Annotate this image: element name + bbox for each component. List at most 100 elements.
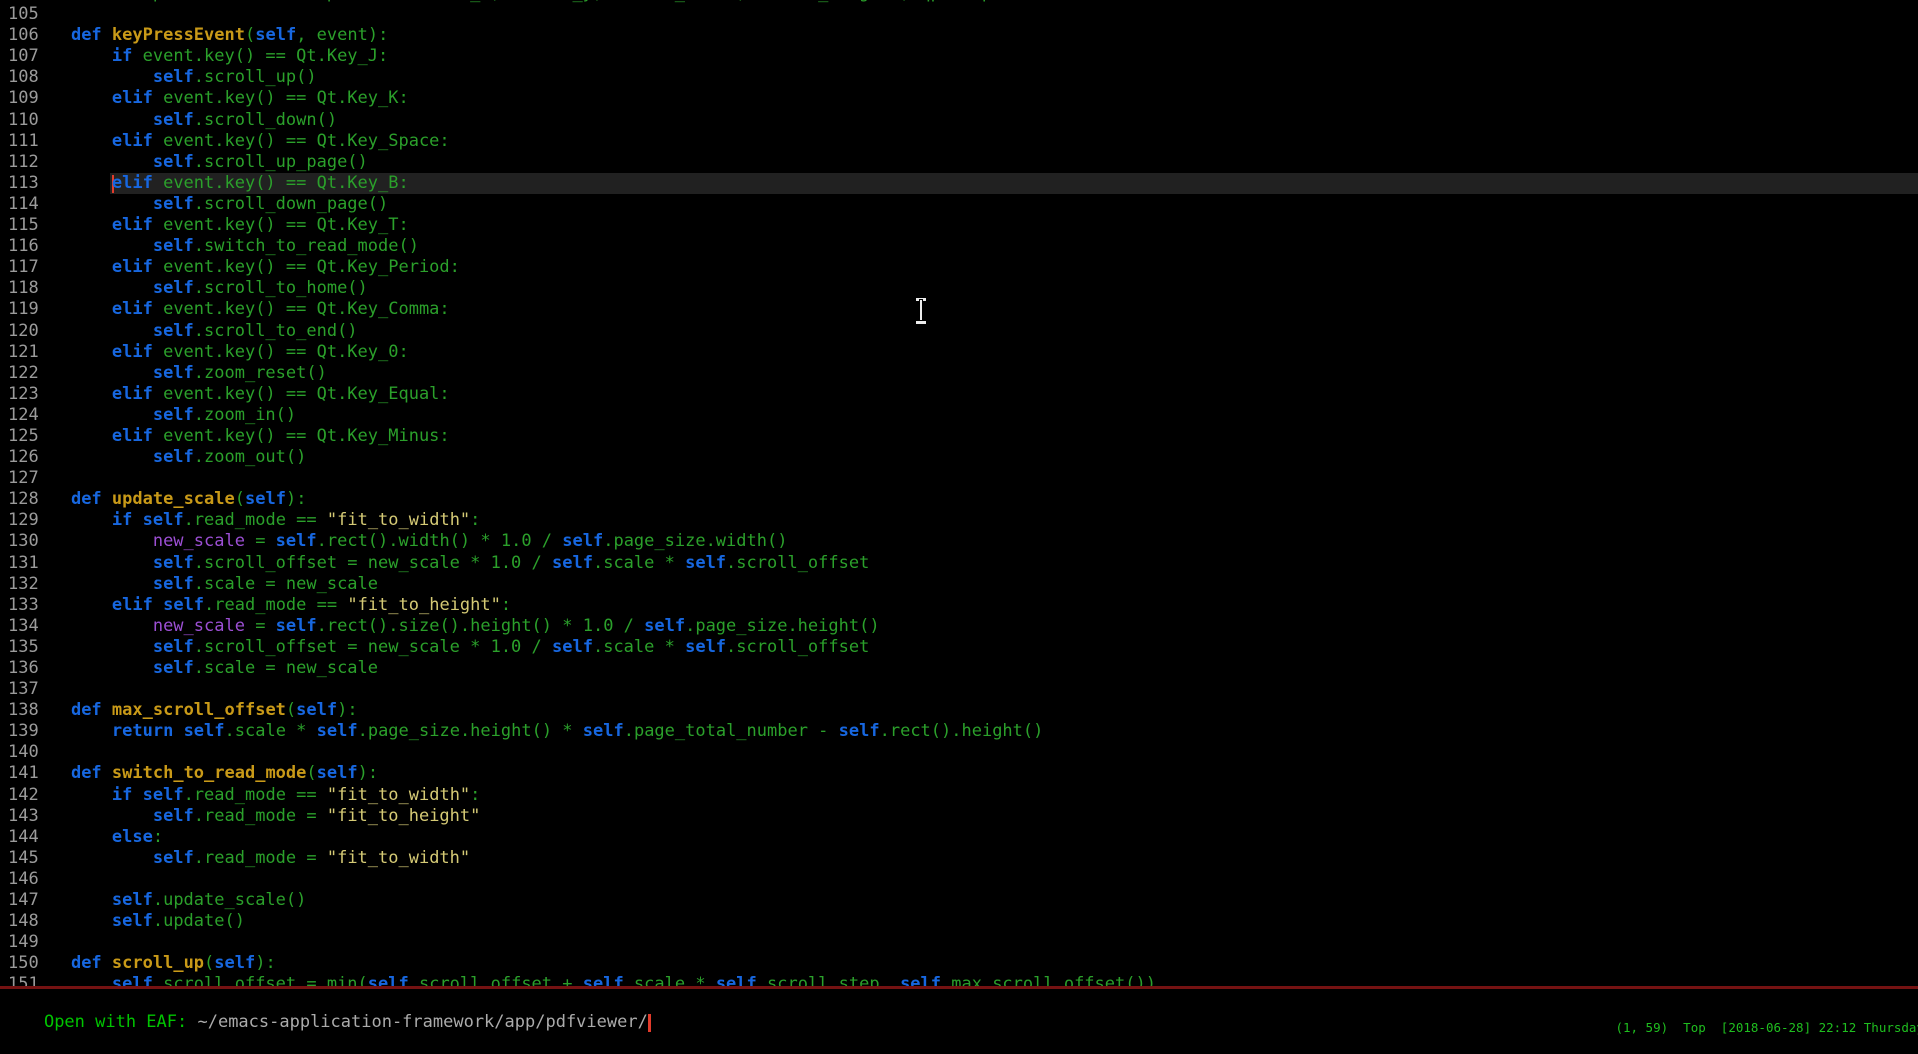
- code-line[interactable]: 137: [0, 679, 1918, 700]
- minibuffer[interactable]: Open with EAF: ~/emacs-application-frame…: [3, 991, 651, 1054]
- code-line[interactable]: 128 def update_scale(self):: [0, 489, 1918, 510]
- code-token: [102, 953, 112, 973]
- code-token: self: [153, 553, 194, 573]
- code-line[interactable]: 140: [0, 742, 1918, 763]
- code-line[interactable]: 120 self.scroll_to_end(): [0, 321, 1918, 342]
- code-line[interactable]: 111 elif event.key() == Qt.Key_Space:: [0, 131, 1918, 152]
- code-token: :: [153, 827, 163, 847]
- code-line[interactable]: 130 new_scale = self.rect().width() * 1.…: [0, 531, 1918, 552]
- code-token: self: [716, 974, 757, 986]
- code-token: [173, 721, 183, 741]
- code-token: :: [470, 785, 480, 805]
- code-token: elif: [112, 299, 153, 319]
- code-line[interactable]: 106 def keyPressEvent(self, event):: [0, 25, 1918, 46]
- code-line[interactable]: 144 else:: [0, 827, 1918, 848]
- code-token: [30, 658, 153, 678]
- code-token: [30, 574, 153, 594]
- code-token: self: [245, 489, 286, 509]
- awesome-tray-status: (1, 59) Top [2018-06-28] 22:12 Thursday: [1615, 1020, 1918, 1035]
- code-token: .scroll_up_page(): [194, 152, 368, 172]
- code-line[interactable]: 107 if event.key() == Qt.Key_J:: [0, 46, 1918, 67]
- code-token: switch_to_read_mode: [112, 763, 306, 783]
- code-line[interactable]: 126 self.zoom_out(): [0, 447, 1918, 468]
- code-line[interactable]: 119 elif event.key() == Qt.Key_Comma:: [0, 299, 1918, 320]
- code-line[interactable]: 131 self.scroll_offset = new_scale * 1.0…: [0, 553, 1918, 574]
- code-token: [30, 489, 71, 509]
- code-line[interactable]: 132 self.scale = new_scale: [0, 574, 1918, 595]
- code-token: :: [501, 595, 511, 615]
- code-line[interactable]: 134 new_scale = self.rect().size().heigh…: [0, 616, 1918, 637]
- code-token: (: [204, 953, 214, 973]
- code-line[interactable]: 110 self.scroll_down(): [0, 110, 1918, 131]
- code-token: self: [153, 236, 194, 256]
- code-token: .read_mode ==: [204, 595, 347, 615]
- code-line[interactable]: 121 elif event.key() == Qt.Key_0:: [0, 342, 1918, 363]
- code-line[interactable]: 114 self.scroll_down_page(): [0, 194, 1918, 215]
- code-line[interactable]: 122 self.zoom_reset(): [0, 363, 1918, 384]
- code-token: def: [71, 953, 102, 973]
- code-line[interactable]: 105: [0, 4, 1918, 25]
- code-token: .scroll_offset = min(: [153, 974, 368, 986]
- code-line[interactable]: 142 if self.read_mode == "fit_to_width":: [0, 785, 1918, 806]
- code-line[interactable]: 148 self.update(): [0, 911, 1918, 932]
- code-buffer[interactable]: 104 painter.drawPixmap(QRect(render_x, r…: [0, 0, 1918, 986]
- code-token: self: [317, 721, 358, 741]
- code-token: [30, 173, 112, 193]
- code-token: .zoom_in(): [194, 405, 296, 425]
- echo-area[interactable]: Open with EAF: ~/emacs-application-frame…: [0, 989, 1918, 1037]
- code-line[interactable]: 146: [0, 869, 1918, 890]
- code-token: [30, 595, 112, 615]
- code-line[interactable]: 125 elif event.key() == Qt.Key_Minus:: [0, 426, 1918, 447]
- code-token: .update_scale(): [153, 890, 307, 910]
- code-token: .max_scroll_offset()): [941, 974, 1156, 986]
- code-token: [30, 953, 71, 973]
- code-line[interactable]: 135 self.scroll_offset = new_scale * 1.0…: [0, 637, 1918, 658]
- code-token: [30, 110, 153, 130]
- code-token: self: [153, 447, 194, 467]
- code-token: .read_mode =: [194, 848, 327, 868]
- code-line-current[interactable]: 113 elif event.key() == Qt.Key_B:: [0, 173, 1918, 194]
- code-token: self: [153, 363, 194, 383]
- code-line[interactable]: 108 self.scroll_up(): [0, 67, 1918, 88]
- code-token: .rect().size().height() * 1.0 /: [317, 616, 645, 636]
- code-text: elif event.key() == Qt.Key_Period:: [30, 257, 460, 278]
- code-line[interactable]: 116 self.switch_to_read_mode(): [0, 236, 1918, 257]
- code-line[interactable]: 151 self.scroll_offset = min(self.scroll…: [0, 974, 1918, 986]
- code-token: .scale = new_scale: [194, 658, 378, 678]
- code-line[interactable]: 145 self.read_mode = "fit_to_width": [0, 848, 1918, 869]
- code-token: self: [552, 553, 593, 573]
- code-line[interactable]: 117 elif event.key() == Qt.Key_Period:: [0, 257, 1918, 278]
- code-line[interactable]: 127: [0, 468, 1918, 489]
- code-line[interactable]: 133 elif self.read_mode == "fit_to_heigh…: [0, 595, 1918, 616]
- code-line[interactable]: 143 self.read_mode = "fit_to_height": [0, 806, 1918, 827]
- code-token: event.key() == Qt.Key_0:: [153, 342, 409, 362]
- code-token: self: [153, 658, 194, 678]
- code-token: [30, 363, 153, 383]
- code-token: scroll_up: [112, 953, 204, 973]
- code-token: self: [153, 194, 194, 214]
- minibuffer-input[interactable]: ~/emacs-application-framework/app/pdfvie…: [197, 1012, 647, 1032]
- code-token: keyPressEvent: [112, 25, 245, 45]
- code-token: [30, 447, 153, 467]
- code-line[interactable]: 150 def scroll_up(self):: [0, 953, 1918, 974]
- code-line[interactable]: 136 self.scale = new_scale: [0, 658, 1918, 679]
- code-line[interactable]: 129 if self.read_mode == "fit_to_width":: [0, 510, 1918, 531]
- code-line[interactable]: 147 self.update_scale(): [0, 890, 1918, 911]
- code-line[interactable]: 112 self.scroll_up_page(): [0, 152, 1918, 173]
- code-token: [30, 974, 112, 986]
- code-token: [30, 67, 153, 87]
- code-line[interactable]: 109 elif event.key() == Qt.Key_K:: [0, 88, 1918, 109]
- code-token: .read_mode =: [194, 806, 327, 826]
- code-token: self: [583, 721, 624, 741]
- code-line[interactable]: 138 def max_scroll_offset(self):: [0, 700, 1918, 721]
- code-line[interactable]: 139 return self.scale * self.page_size.h…: [0, 721, 1918, 742]
- code-line[interactable]: 115 elif event.key() == Qt.Key_T:: [0, 215, 1918, 236]
- code-line[interactable]: 124 self.zoom_in(): [0, 405, 1918, 426]
- code-line[interactable]: 123 elif event.key() == Qt.Key_Equal:: [0, 384, 1918, 405]
- code-line[interactable]: 141 def switch_to_read_mode(self):: [0, 763, 1918, 784]
- code-token: .scroll_down_page(): [194, 194, 388, 214]
- code-line[interactable]: 118 self.scroll_to_home(): [0, 278, 1918, 299]
- code-token: self: [214, 953, 255, 973]
- code-line[interactable]: 149: [0, 932, 1918, 953]
- code-token: elif: [112, 342, 153, 362]
